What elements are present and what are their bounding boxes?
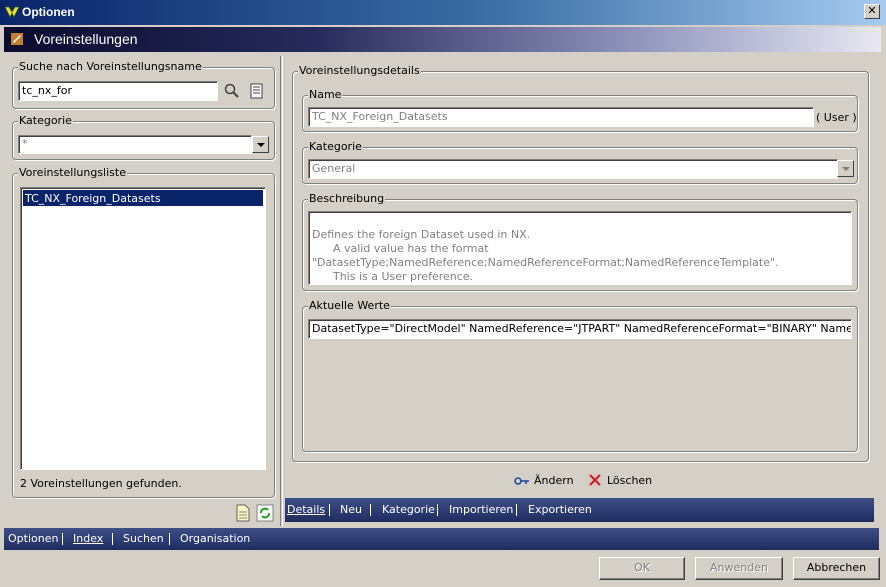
title-bar: Optionen ✕ xyxy=(0,0,886,25)
panel-splitter[interactable] xyxy=(280,56,283,526)
delete-label: Löschen xyxy=(607,474,653,487)
name-field[interactable]: TC_NX_Foreign_Datasets xyxy=(308,107,814,127)
tab-export[interactable]: Exportieren xyxy=(528,503,592,516)
preference-list[interactable]: TC_NX_Foreign_Datasets xyxy=(20,187,266,470)
tab-separator xyxy=(62,533,63,545)
refresh-icon[interactable] xyxy=(256,504,274,522)
key-icon xyxy=(514,477,529,485)
apply-button[interactable]: Anwenden xyxy=(695,557,783,580)
tab-organisation[interactable]: Organisation xyxy=(180,532,250,545)
scope-label: ( User ) xyxy=(816,111,857,124)
chevron-down-icon[interactable] xyxy=(252,136,269,153)
tab-index[interactable]: Index xyxy=(73,532,103,545)
close-icon: ✕ xyxy=(867,4,877,17)
search-options-icon[interactable] xyxy=(248,82,266,100)
description-line: A valid value has the format xyxy=(312,242,489,255)
tab-options[interactable]: Optionen xyxy=(8,532,58,545)
current-values-label: Aktuelle Werte xyxy=(308,299,391,312)
tab-separator xyxy=(112,533,113,545)
detail-category-label: Kategorie xyxy=(308,140,363,153)
ok-button[interactable]: OK xyxy=(599,557,685,580)
description-text[interactable]: Defines the foreign Dataset used in NX. … xyxy=(308,211,852,285)
detail-category-select[interactable]: General xyxy=(308,159,838,179)
category-filter-label: Kategorie xyxy=(18,114,73,127)
delete-x-icon xyxy=(589,474,601,486)
category-filter-select[interactable]: * xyxy=(18,135,252,154)
search-input[interactable]: tc_nx_for xyxy=(18,81,218,101)
tab-separator xyxy=(516,504,517,516)
tab-details[interactable]: Details xyxy=(287,503,325,516)
search-group-label: Suche nach Voreinstellungsname xyxy=(18,60,203,73)
app-logo-icon xyxy=(4,6,20,18)
details-tab-strip: Details Neu Kategorie Importieren Export… xyxy=(285,498,874,522)
main-tab-strip: Optionen Index Suchen Organisation xyxy=(4,528,879,550)
tab-separator xyxy=(329,504,330,516)
window-title: Optionen xyxy=(22,5,75,19)
preference-list-label: Voreinstellungsliste xyxy=(18,166,127,179)
preferences-icon xyxy=(11,33,23,45)
tab-search[interactable]: Suchen xyxy=(123,532,164,545)
found-count: 2 Voreinstellungen gefunden. xyxy=(20,477,182,490)
description-group-label: Beschreibung xyxy=(308,192,386,205)
tab-separator xyxy=(169,533,170,545)
header-title: Voreinstellungen xyxy=(34,31,138,47)
description-line: "DatasetType;NamedReference;NamedReferen… xyxy=(312,256,779,269)
current-value-input[interactable]: DatasetType="DirectModel" NamedReference… xyxy=(308,319,852,339)
change-label: Ändern xyxy=(534,474,574,487)
section-header: Voreinstellungen xyxy=(4,27,881,52)
details-group-label: Voreinstellungsdetails xyxy=(298,64,421,77)
search-icon[interactable] xyxy=(223,82,241,100)
cancel-button[interactable]: Abbrechen xyxy=(793,557,880,580)
name-group-label: Name xyxy=(308,88,343,101)
new-document-icon[interactable] xyxy=(234,504,252,522)
tab-new[interactable]: Neu xyxy=(340,503,362,516)
tab-separator xyxy=(370,504,371,516)
description-line: Defines the foreign Dataset used in NX. xyxy=(312,228,531,241)
list-item[interactable]: TC_NX_Foreign_Datasets xyxy=(23,190,263,206)
chevron-down-icon[interactable] xyxy=(837,160,854,177)
description-line: This is a User preference. xyxy=(312,270,474,283)
tab-import[interactable]: Importieren xyxy=(449,503,513,516)
tab-separator xyxy=(437,504,438,516)
close-button[interactable]: ✕ xyxy=(864,4,880,19)
tab-category[interactable]: Kategorie xyxy=(382,503,435,516)
